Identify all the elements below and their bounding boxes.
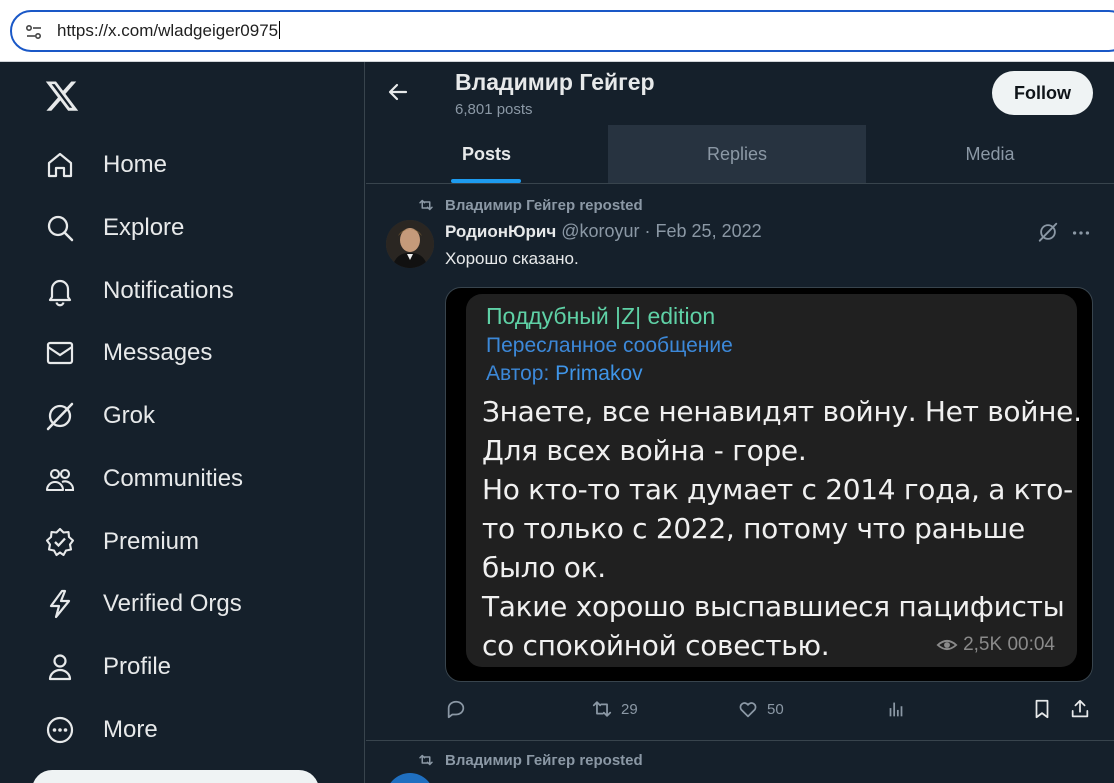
share-button[interactable] <box>1069 698 1091 720</box>
profile-timeline: Владимир Гейгер 6,801 posts Follow Posts… <box>366 62 1114 783</box>
verified-badge-icon <box>45 527 75 557</box>
bookmark-icon <box>1035 699 1049 719</box>
views-button[interactable] <box>885 698 907 720</box>
repost-icon <box>419 199 433 211</box>
message-line: то только с 2022, потому что раньше <box>482 512 1025 545</box>
repost-label: Владимир Гейгер reposted <box>445 751 643 769</box>
tab-replies-label: Replies <box>706 143 768 164</box>
repost-button[interactable]: 29 <box>591 698 638 720</box>
message-views-time: 2,5K 00:04 <box>963 634 1055 655</box>
message-line: Знаете, все ненавидят войну. Нет войне. <box>482 395 1082 428</box>
search-icon <box>47 215 74 242</box>
nav-messages-label: Messages <box>103 339 213 366</box>
message-author-prefix: Автор: <box>486 362 556 385</box>
reply-button[interactable] <box>445 698 467 720</box>
site-settings-icon[interactable] <box>24 22 44 42</box>
tab-posts[interactable]: Posts <box>366 125 607 183</box>
follow-button[interactable]: Follow <box>992 71 1093 115</box>
tab-media[interactable]: Media <box>866 125 1114 183</box>
more-circle-icon <box>46 716 74 744</box>
left-navigation: Home Explore Notifications Messages Grok… <box>0 62 365 783</box>
profile-tabs: Posts Replies Media <box>366 125 1114 184</box>
repost-label: Владимир Гейгер reposted <box>445 196 643 214</box>
nav-premium[interactable]: Premium <box>44 522 199 562</box>
nav-notifications-label: Notifications <box>103 277 234 304</box>
nav-notifications[interactable]: Notifications <box>44 271 234 311</box>
posts-count: 6,801 posts <box>455 101 533 118</box>
nav-profile[interactable]: Profile <box>44 647 171 687</box>
message-forwarded: Пересланное сообщение <box>486 334 733 357</box>
nav-verified-orgs-label: Verified Orgs <box>103 590 242 617</box>
url-field[interactable]: https://x.com/wladgeiger0975 <box>10 10 1114 52</box>
message-author-name: Primakov <box>555 362 643 385</box>
avatar[interactable] <box>386 220 434 268</box>
tab-replies[interactable]: Replies <box>608 125 866 183</box>
more-options-icon[interactable] <box>1070 222 1092 244</box>
nav-more[interactable]: More <box>44 710 158 750</box>
nav-explore[interactable]: Explore <box>44 208 184 248</box>
message-screenshot: Поддубный |Z| edition Пересланное сообще… <box>466 294 1082 667</box>
nav-premium-label: Premium <box>103 528 200 555</box>
repost-indicator: Владимир Гейгер reposted <box>417 195 643 215</box>
avatar-image <box>386 220 434 268</box>
tweet-actions: 29 50 <box>445 698 1095 724</box>
like-button[interactable]: 50 <box>737 698 784 720</box>
nav-grok-label: Grok <box>103 402 156 429</box>
people-icon <box>45 468 75 492</box>
nav-explore-label: Explore <box>103 214 185 241</box>
repost-count: 29 <box>621 700 638 718</box>
nav-more-label: More <box>103 716 158 743</box>
lightning-icon <box>49 589 71 619</box>
avatar[interactable] <box>386 773 434 783</box>
envelope-icon <box>46 341 74 365</box>
tweet-media[interactable]: Поддубный |Z| edition Пересланное сообще… <box>445 287 1093 682</box>
repost-icon <box>592 701 612 717</box>
person-icon <box>48 654 72 681</box>
message-line: Для всех война - горе. <box>482 434 807 467</box>
grok-icon[interactable] <box>1037 221 1059 243</box>
nav-verified-orgs[interactable]: Verified Orgs <box>44 584 242 624</box>
nav-grok[interactable]: Grok <box>44 396 155 436</box>
text-caret <box>279 21 281 39</box>
profile-name: Владимир Гейгер <box>455 69 655 95</box>
message-body: Знаете, все ненавидят войну. Нет войне. … <box>482 392 1082 665</box>
grok-icon <box>46 402 74 431</box>
like-count: 50 <box>767 700 784 718</box>
nav-messages[interactable]: Messages <box>44 333 212 373</box>
message-channel: Поддубный |Z| edition <box>486 303 716 329</box>
tab-media-label: Media <box>965 143 1015 164</box>
x-logo-icon[interactable] <box>44 78 80 114</box>
nav-home-label: Home <box>103 151 168 178</box>
post-button[interactable] <box>32 770 319 783</box>
author-name[interactable]: РодионЮрич <box>445 222 556 241</box>
tweet-text: Хорошо сказано. <box>445 249 579 268</box>
share-icon <box>1071 699 1089 718</box>
message-line: Но кто-то так думает с 2014 года, а кто- <box>482 473 1073 506</box>
analytics-icon <box>889 702 903 717</box>
bell-icon <box>48 279 72 307</box>
nav-profile-label: Profile <box>103 653 172 680</box>
author-handle-date[interactable]: @koroyur · Feb 25, 2022 <box>561 221 761 241</box>
url-text[interactable]: https://x.com/wladgeiger0975 <box>57 21 278 40</box>
heart-icon <box>739 702 757 718</box>
message-meta: 2,5K 00:04 <box>936 634 1055 656</box>
tab-posts-label: Posts <box>461 143 512 164</box>
back-arrow-icon[interactable] <box>386 80 410 104</box>
repost-indicator: Владимир Гейгер reposted <box>417 750 643 770</box>
reply-icon <box>447 700 465 719</box>
active-tab-indicator <box>451 179 521 183</box>
message-line: было ок. <box>482 551 606 584</box>
bookmark-button[interactable] <box>1031 698 1053 720</box>
nav-home[interactable]: Home <box>44 145 167 185</box>
tweet-divider <box>366 740 1114 741</box>
message-author: Автор: Primakov <box>486 362 643 386</box>
browser-address-bar: https://x.com/wladgeiger0975 <box>0 0 1114 62</box>
eye-icon <box>936 639 958 651</box>
nav-communities-label: Communities <box>103 465 244 492</box>
message-line: Такие хорошо выспавшиеся пацифисты <box>482 590 1065 623</box>
home-icon <box>47 152 73 178</box>
nav-communities[interactable]: Communities <box>44 459 243 499</box>
tweet-header: РодионЮрич @koroyur · Feb 25, 2022 <box>445 221 762 242</box>
repost-icon <box>419 754 433 766</box>
